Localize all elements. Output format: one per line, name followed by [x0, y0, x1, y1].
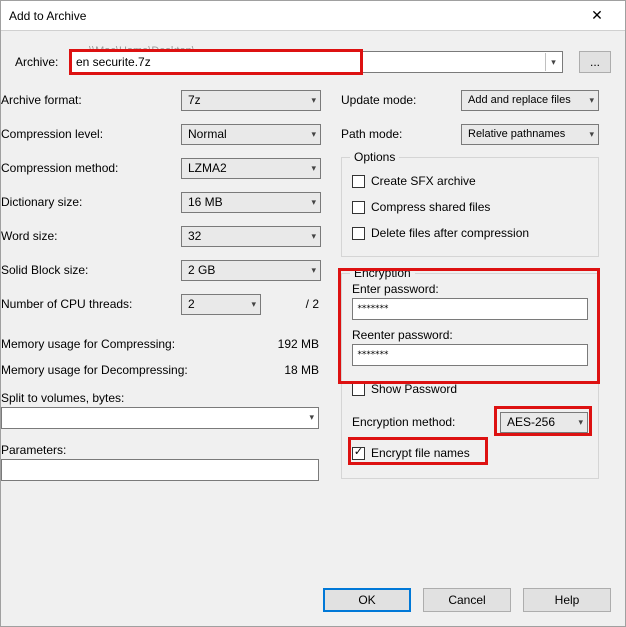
word-size-label: Word size: — [1, 229, 181, 243]
window-title: Add to Archive — [9, 9, 86, 23]
chevron-down-icon: ▾ — [309, 412, 314, 423]
chevron-down-icon: ▾ — [311, 231, 316, 242]
chevron-down-icon: ▾ — [311, 129, 316, 140]
parameters-label: Parameters: — [1, 443, 331, 457]
compression-level-label: Compression level: — [1, 127, 181, 141]
dictionary-size-select[interactable]: 16 MB▾ — [181, 192, 321, 213]
encryption-group: Encryption Enter password: Reenter passw… — [341, 273, 599, 479]
mem-compress-label: Memory usage for Compressing: — [1, 337, 175, 351]
chevron-down-icon: ▾ — [251, 299, 256, 310]
chevron-down-icon: ▾ — [589, 129, 594, 140]
chevron-down-icon: ▾ — [578, 417, 583, 428]
browse-button[interactable]: ... — [579, 51, 611, 73]
update-mode-select[interactable]: Add and replace files▾ — [461, 90, 599, 111]
mem-decompress-label: Memory usage for Decompressing: — [1, 363, 188, 377]
archive-format-select[interactable]: 7z▾ — [181, 90, 321, 111]
cpu-threads-label: Number of CPU threads: — [1, 297, 181, 311]
show-password-label: Show Password — [371, 382, 457, 396]
split-volumes-label: Split to volumes, bytes: — [1, 391, 331, 405]
cancel-button[interactable]: Cancel — [423, 588, 511, 612]
cpu-threads-max: / 2 — [306, 297, 331, 311]
chevron-down-icon: ▾ — [311, 163, 316, 174]
show-password-checkbox[interactable] — [352, 383, 365, 396]
split-volumes-select[interactable]: ▾ — [1, 407, 319, 429]
archive-name-input[interactable] — [71, 51, 563, 73]
add-to-archive-dialog: Add to Archive ✕ \\Mac\Home\Desktop\ Arc… — [0, 0, 626, 627]
parameters-input[interactable] — [1, 459, 319, 481]
sfx-label: Create SFX archive — [371, 174, 476, 188]
sfx-checkbox[interactable] — [352, 175, 365, 188]
delete-after-checkbox[interactable] — [352, 227, 365, 240]
compression-method-label: Compression method: — [1, 161, 181, 175]
compress-shared-checkbox[interactable] — [352, 201, 365, 214]
dictionary-size-label: Dictionary size: — [1, 195, 181, 209]
encryption-method-label: Encryption method: — [352, 415, 455, 429]
compress-shared-label: Compress shared files — [371, 200, 490, 214]
help-button[interactable]: Help — [523, 588, 611, 612]
encrypt-file-names-checkbox[interactable] — [352, 447, 365, 460]
encryption-method-select[interactable]: AES-256▾ — [500, 412, 588, 433]
chevron-down-icon[interactable]: ▾ — [545, 53, 561, 71]
mem-decompress-value: 18 MB — [284, 363, 331, 377]
ok-button[interactable]: OK — [323, 588, 411, 612]
delete-after-label: Delete files after compression — [371, 226, 529, 240]
path-mode-select[interactable]: Relative pathnames▾ — [461, 124, 599, 145]
titlebar: Add to Archive ✕ — [1, 1, 625, 31]
cpu-threads-select[interactable]: 2▾ — [181, 294, 261, 315]
close-icon[interactable]: ✕ — [577, 7, 617, 24]
encrypt-file-names-label: Encrypt file names — [371, 446, 470, 460]
solid-block-size-label: Solid Block size: — [1, 263, 181, 277]
options-legend: Options — [350, 150, 399, 164]
path-mode-label: Path mode: — [341, 127, 461, 141]
chevron-down-icon: ▾ — [311, 95, 316, 106]
update-mode-label: Update mode: — [341, 93, 461, 107]
reenter-password-input[interactable] — [352, 344, 588, 366]
chevron-down-icon: ▾ — [589, 95, 594, 106]
chevron-down-icon: ▾ — [311, 197, 316, 208]
solid-block-size-select[interactable]: 2 GB▾ — [181, 260, 321, 281]
compression-method-select[interactable]: LZMA2▾ — [181, 158, 321, 179]
word-size-select[interactable]: 32▾ — [181, 226, 321, 247]
options-group: Options Create SFX archive Compress shar… — [341, 157, 599, 257]
chevron-down-icon: ▾ — [311, 265, 316, 276]
enter-password-label: Enter password: — [352, 282, 588, 296]
archive-format-label: Archive format: — [1, 93, 181, 107]
compression-level-select[interactable]: Normal▾ — [181, 124, 321, 145]
enter-password-input[interactable] — [352, 298, 588, 320]
reenter-password-label: Reenter password: — [352, 328, 588, 342]
archive-label: Archive: — [15, 55, 58, 69]
encryption-legend: Encryption — [350, 266, 415, 280]
mem-compress-value: 192 MB — [278, 337, 331, 351]
